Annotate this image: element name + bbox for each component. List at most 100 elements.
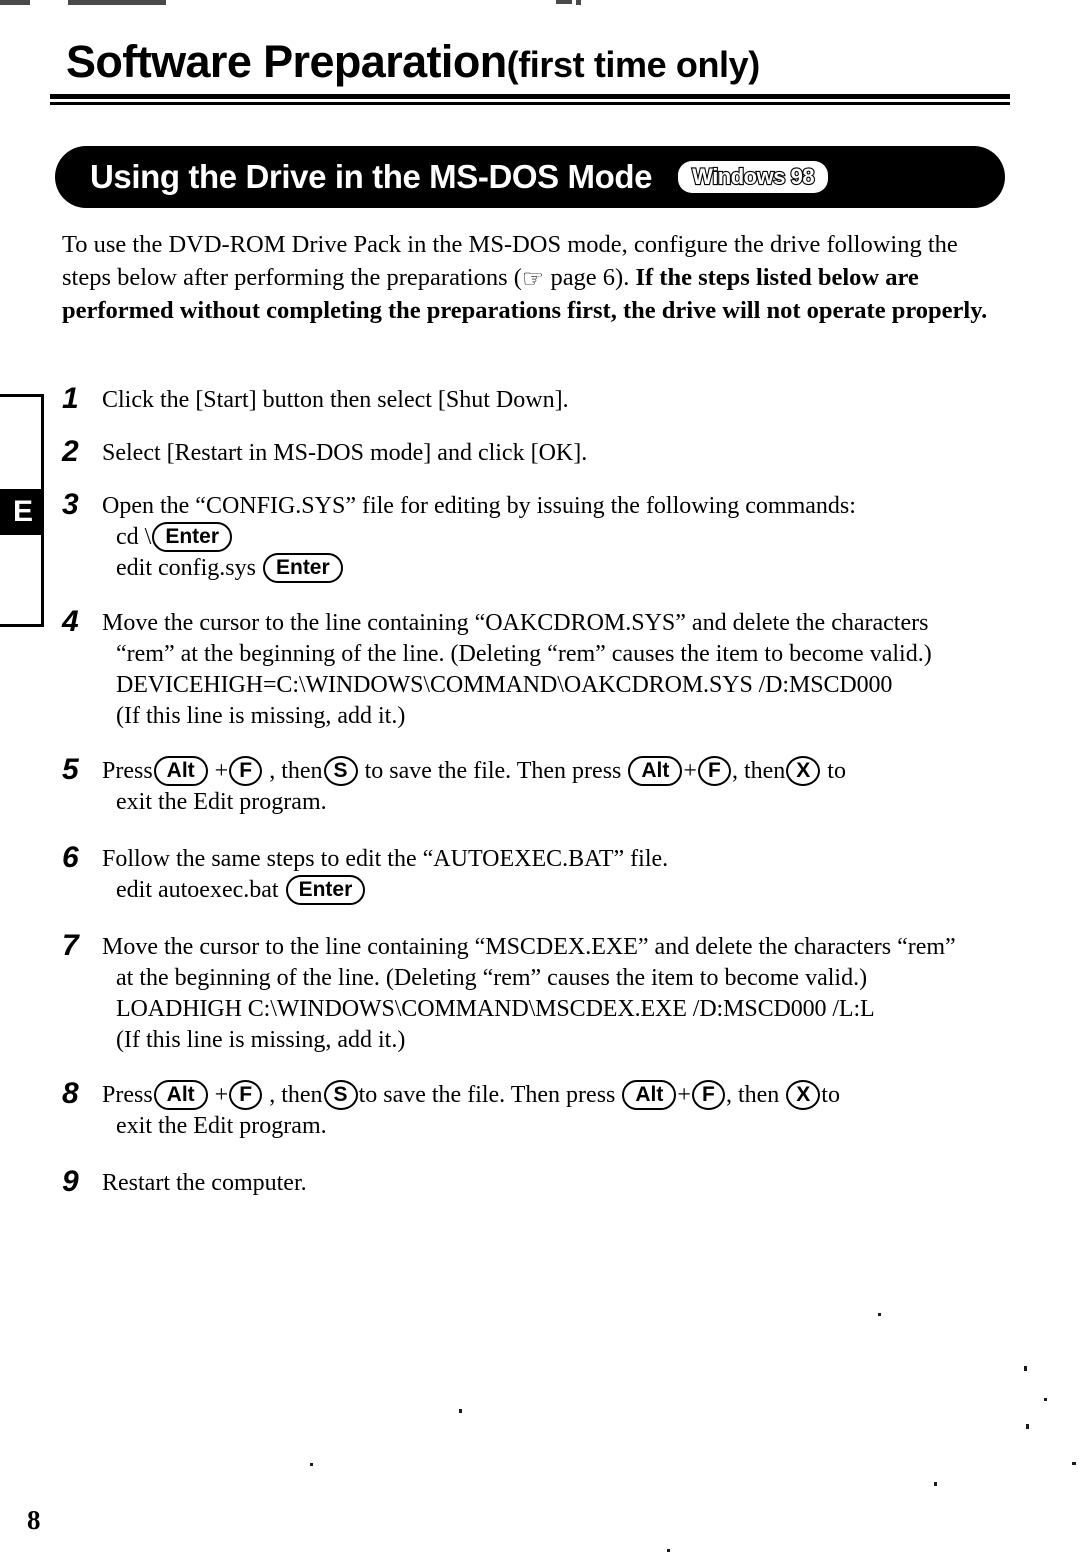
scan-speck: [667, 1549, 670, 1552]
step-item: 3 Open the “CONFIG.SYS” file for editing…: [62, 488, 1020, 584]
alt-keycap[interactable]: Alt: [153, 1080, 208, 1110]
then-label: , then: [269, 1082, 323, 1108]
page-number: 8: [27, 1505, 41, 1535]
title-double-rule: [50, 94, 1010, 106]
step-number: 2: [62, 435, 79, 468]
plus-sign: +: [214, 758, 229, 784]
scan-speck: [878, 1313, 881, 1316]
step-keystroke-line: Press Alt + F , then Sto save the file. The…: [102, 1080, 1020, 1111]
margin-tab-label: E: [12, 495, 33, 528]
step-text-line: Move the cursor to the line containing “…: [102, 610, 929, 636]
plus-sign: +: [683, 758, 697, 784]
f-keycap[interactable]: F: [691, 1080, 725, 1110]
margin-tab-language-e[interactable]: E: [0, 489, 44, 535]
scan-speck: [1072, 1462, 1076, 1465]
margin-index-tabs: E: [0, 394, 44, 627]
step-item: 2 Select [Restart in MS-DOS mode] and cl…: [62, 435, 1020, 469]
step-text-line: “rem” at the beginning of the line. (Del…: [116, 641, 932, 667]
step-keystroke-line: Press Alt + F , then S to save the file. Th…: [102, 756, 1020, 787]
intro-paragraph: To use the DVD-ROM Drive Pack in the MS-…: [62, 228, 1012, 327]
s-keycap[interactable]: S: [323, 1080, 358, 1110]
scan-speck: [310, 1463, 313, 1466]
plus-sign: +: [677, 1082, 691, 1108]
step-item: 6 Follow the same steps to edit the “AUT…: [62, 841, 1020, 906]
command-text: cd \: [116, 524, 152, 550]
f-keycap[interactable]: F: [229, 1080, 263, 1110]
f-keycap[interactable]: F: [229, 756, 263, 786]
step-note-line: (If this line is missing, add it.): [116, 1027, 406, 1053]
scan-speck: [934, 1482, 937, 1486]
then-label: , then: [731, 758, 786, 784]
step-text-line: Follow the same steps to edit the “AUTOE…: [102, 846, 669, 872]
step-number: 8: [62, 1077, 79, 1110]
press-label: Press: [102, 758, 153, 784]
scan-speck: [1026, 1424, 1029, 1429]
step-number: 3: [62, 488, 79, 521]
step-text-line: Click the [Start] button then select [Sh…: [102, 387, 569, 413]
step-item: 5 Press Alt + F , then S to save the file. …: [62, 753, 1020, 818]
section-heading: Using the Drive in the MS-DOS Mode: [90, 158, 653, 195]
margin-tab-blank-lower[interactable]: [0, 535, 44, 627]
step-note-line: (If this line is missing, add it.): [116, 703, 406, 729]
title-rule-thin: [50, 102, 1010, 105]
enter-keycap[interactable]: Enter: [262, 553, 343, 583]
step-text-line: Move the cursor to the line containing “…: [102, 934, 956, 960]
scan-speck: [1044, 1398, 1047, 1401]
scan-artifact-top-mid: [68, 0, 166, 5]
step-text-line: at the beginning of the line. (Deleting …: [116, 965, 868, 991]
x-keycap[interactable]: X: [786, 1080, 821, 1110]
page-title: Software Preparation(first time only): [66, 38, 760, 85]
step-number: 1: [62, 382, 79, 415]
step-text-line: Restart the computer.: [102, 1170, 307, 1196]
scan-artifact-top-left: [0, 0, 30, 5]
step-command-line: cd \ Enter: [102, 522, 1020, 553]
plus-sign: +: [214, 1082, 229, 1108]
step-number: 4: [62, 605, 79, 638]
f-keycap[interactable]: F: [697, 756, 731, 786]
enter-keycap[interactable]: Enter: [285, 875, 366, 905]
intro-text-part2: page 6).: [544, 264, 636, 291]
command-text: edit autoexec.bat: [116, 877, 279, 903]
scan-speck: [1024, 1366, 1027, 1371]
save-text: to save the file. Then press: [358, 1082, 616, 1108]
press-label: Press: [102, 1082, 153, 1108]
scan-artifact-top-right: [556, 0, 572, 4]
tail-text: to: [827, 758, 846, 784]
scan-speck: [459, 1409, 462, 1413]
step-item: 4 Move the cursor to the line containing…: [62, 605, 1020, 732]
alt-keycap[interactable]: Alt: [622, 1080, 677, 1110]
step-text-line: exit the Edit program.: [116, 1113, 327, 1139]
step-item: 1 Click the [Start] button then select […: [62, 382, 1020, 416]
tail-text: to: [821, 1082, 840, 1108]
step-item: 8 Press Alt + F , then Sto save the file. T…: [62, 1077, 1020, 1142]
step-item: 9 Restart the computer.: [62, 1165, 1020, 1199]
step-text-line: exit the Edit program.: [116, 789, 327, 815]
command-text: edit config.sys: [116, 555, 256, 581]
step-config-line: DEVICEHIGH=C:\WINDOWS\COMMAND\OAKCDROM.S…: [116, 672, 893, 698]
step-config-line: LOADHIGH C:\WINDOWS\COMMAND\MSCDEX.EXE /…: [116, 996, 875, 1022]
step-command-line: edit autoexec.bat Enter: [102, 875, 1020, 906]
alt-keycap[interactable]: Alt: [153, 756, 208, 786]
step-item: 7 Move the cursor to the line containing…: [62, 929, 1020, 1056]
pointing-hand-icon: ☞: [521, 264, 545, 293]
step-number: 7: [62, 929, 79, 962]
step-text-line: Select [Restart in MS-DOS mode] and clic…: [102, 440, 588, 466]
then-label: , then: [269, 758, 323, 784]
title-rule-thick: [50, 94, 1010, 99]
step-command-line: edit config.sys Enter: [102, 553, 1020, 584]
step-number: 6: [62, 841, 79, 874]
step-number: 5: [62, 753, 79, 786]
step-text-line: Open the “CONFIG.SYS” file for editing b…: [102, 493, 856, 519]
alt-keycap[interactable]: Alt: [628, 756, 683, 786]
enter-keycap[interactable]: Enter: [152, 522, 233, 552]
s-keycap[interactable]: S: [323, 756, 358, 786]
steps-list: 1 Click the [Start] button then select […: [62, 382, 1020, 1218]
step-number: 9: [62, 1165, 79, 1198]
os-badge: Windows 98: [678, 160, 829, 194]
page-title-subtitle: (first time only): [506, 44, 761, 85]
scan-artifact-top-right-2: [576, 0, 581, 5]
margin-tab-blank-upper[interactable]: [0, 394, 44, 489]
x-keycap[interactable]: X: [786, 756, 821, 786]
save-text: to save the file. Then press: [364, 758, 622, 784]
then-label: , then: [725, 1082, 780, 1108]
